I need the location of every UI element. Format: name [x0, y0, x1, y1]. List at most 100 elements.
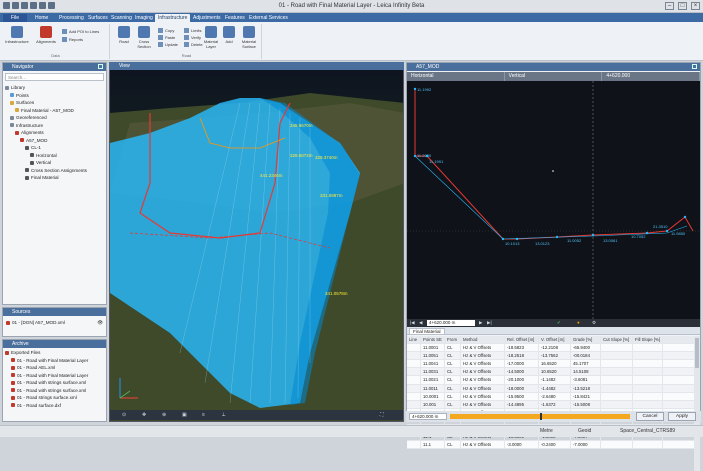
station-marker[interactable]	[540, 413, 542, 420]
table-cell[interactable]: CL	[445, 392, 461, 400]
table-row[interactable]: 11.0011 CL Hz & V Offsets -18.0000 -1.4482 -1…	[407, 384, 694, 393]
tree-item[interactable]: Final Material	[5, 174, 104, 182]
tree-item[interactable]: Points	[5, 92, 104, 100]
archive-item[interactable]: 01 - Road with Final Material Layer	[5, 372, 104, 380]
table-cell[interactable]: CL	[445, 400, 461, 408]
table-cell[interactable]: Hz & V Offsets	[461, 441, 505, 449]
orbit-icon[interactable]: ⊙	[122, 412, 126, 418]
table-cell[interactable]: Hz & V Offsets	[461, 368, 505, 376]
archive-item[interactable]: 01 - Road with Final Material Layer	[5, 357, 104, 365]
view-cube-icon[interactable]: ▣	[182, 412, 187, 418]
tab-file[interactable]: File	[3, 14, 27, 22]
tree-item[interactable]: Final Material - A57_MOD	[5, 107, 104, 115]
scroll-thumb[interactable]	[695, 338, 699, 368]
tab-final-material[interactable]: Final Material	[409, 328, 445, 335]
table-row[interactable]: 10.001 CL Hz & V Offsets -14.4895 -1.6372 -15…	[407, 400, 694, 409]
archive-item[interactable]: 01 - Road surface.dxf	[5, 402, 104, 410]
tree-item[interactable]: CL-1	[5, 144, 104, 152]
tab-processing[interactable]: Processing	[56, 14, 87, 22]
alignments-button[interactable]: Alignments	[34, 26, 58, 44]
tree-item[interactable]: A57_MOD	[5, 137, 104, 145]
table-cell[interactable]: Hz & V Offsets	[461, 360, 505, 368]
close-icon[interactable]: ×	[691, 2, 700, 10]
archive-item[interactable]: 01 - Road with strings surface.xml	[5, 387, 104, 395]
update-button[interactable]: Update	[158, 42, 178, 48]
column-header[interactable]: V. Offset [m]	[539, 336, 571, 344]
infrastructure-button[interactable]: Infrastructure	[4, 26, 30, 44]
tree-item[interactable]: Georeferenced	[5, 114, 104, 122]
tree-item[interactable]: Alignments	[5, 129, 104, 137]
tree-item[interactable]: Surfaces	[5, 99, 104, 107]
table-row[interactable]: 10.0001 CL Hz & V Offsets -15.9500 -2.6480 -1…	[407, 392, 694, 401]
archive-item[interactable]: 01 - Road strings surface.xml	[5, 394, 104, 402]
measure-icon[interactable]: ⟂	[222, 412, 225, 418]
apply-button[interactable]: Apply	[668, 412, 696, 421]
table-row[interactable]: 11.0021 CL Hz & V Offsets -20.1000 -1.1482 -3…	[407, 376, 694, 385]
next-station-icon[interactable]: ▶	[479, 319, 482, 327]
minimize-icon[interactable]: –	[665, 2, 674, 10]
limits-button[interactable]: Limits	[184, 28, 201, 34]
tab-adjustments[interactable]: Adjustments	[190, 14, 224, 22]
tree-item[interactable]: Horizontal	[5, 152, 104, 160]
first-station-icon[interactable]: |◀	[410, 319, 415, 327]
3d-viewport[interactable]: 345.9670m 328.6872m 329.3740m 331.5987m …	[109, 62, 404, 422]
column-header[interactable]: Cut Slope [%]	[601, 336, 633, 344]
station-input[interactable]: 4+620.000 m	[427, 320, 475, 326]
road-button[interactable]: Road	[114, 26, 134, 44]
copy-button[interactable]: Copy	[158, 28, 174, 34]
tab-station[interactable]: 4+620.000	[602, 72, 701, 81]
bottom-station-input[interactable]: 4+620.000 m	[409, 413, 447, 420]
table-row[interactable]: 11.0031 CL Hz & V Offsets -14.5000 10.6520 14…	[407, 368, 694, 377]
table-cell[interactable]: Hz & V Offsets	[461, 400, 505, 408]
table-cell[interactable]: CL	[445, 376, 461, 384]
prev-station-icon[interactable]: ◀	[419, 319, 422, 327]
material-surface-button[interactable]: Material Surface	[238, 26, 260, 49]
settings-icon[interactable]: ⚙	[592, 319, 596, 327]
tree-item[interactable]: Library	[5, 84, 104, 92]
tab-vertical[interactable]: Vertical	[505, 72, 603, 81]
3d-scene[interactable]	[110, 63, 404, 422]
source-item[interactable]: 01 - [DGN] A57_MOD.xml 👁	[6, 319, 103, 327]
layers-icon[interactable]: ≡	[202, 412, 205, 418]
units-dropdown[interactable]: Metre	[540, 428, 553, 434]
table-scrollbar[interactable]	[694, 336, 700, 471]
table-cell[interactable]: CL	[445, 368, 461, 376]
table-cell[interactable]: CL	[445, 352, 461, 360]
cross-section-view[interactable]: 11.1992 11.2030 11.1991 10.1013 13.0123 …	[407, 81, 700, 319]
column-header[interactable]: Points SE	[421, 336, 445, 344]
warning-icon[interactable]: ●	[577, 319, 580, 327]
reports-button[interactable]: Reports	[62, 37, 83, 43]
table-row[interactable]: 11.0001 CL Hz & V Offsets -18.5823 -12.2108-…	[407, 344, 694, 353]
tab-infrastructure[interactable]: Infrastructure	[155, 14, 191, 22]
table-row[interactable]: 11.0041 CL Hz & V Offsets -17.0000 16.6520 45…	[407, 360, 694, 369]
tab-features[interactable]: Features	[222, 14, 248, 22]
column-header[interactable]: Grade [%]	[571, 336, 601, 344]
pan-icon[interactable]: ✥	[142, 412, 146, 418]
table-cell[interactable]: CL	[445, 384, 461, 392]
geoid-dropdown[interactable]: Geoid	[578, 428, 591, 434]
add-poi-button[interactable]: Add POI to Lines	[62, 29, 99, 35]
navigator-search-input[interactable]: Search...	[5, 73, 104, 81]
archive-item[interactable]: Exported Files	[5, 349, 104, 357]
last-station-icon[interactable]: ▶|	[487, 319, 492, 327]
tab-surfaces[interactable]: Surfaces	[85, 14, 111, 22]
zoom-icon[interactable]: ⊕	[162, 412, 166, 418]
cancel-button[interactable]: Cancel	[636, 412, 664, 421]
table-row[interactable]: 11.0051 CL Hz & V Offsets -18.2518 -13.7562-…	[407, 352, 694, 361]
table-cell[interactable]: Hz & V Offsets	[461, 392, 505, 400]
tab-external-services[interactable]: External Services	[246, 14, 291, 22]
delete-button[interactable]: Delete	[184, 42, 203, 48]
cross-section-button[interactable]: Cross Section	[134, 26, 154, 49]
column-header[interactable]: Rel. Offset [m]	[505, 336, 539, 344]
fullscreen-icon[interactable]: ⛶	[380, 412, 384, 418]
pin-icon[interactable]	[98, 64, 103, 69]
column-header[interactable]: Fill Slope [%]	[633, 336, 663, 344]
tab-home[interactable]: Home	[32, 14, 51, 22]
column-header[interactable]: Line	[407, 336, 421, 344]
verify-button[interactable]: Verify	[184, 35, 201, 41]
table-cell[interactable]: CL	[445, 441, 461, 449]
tab-imaging[interactable]: Imaging	[132, 14, 156, 22]
add-button[interactable]: Add	[222, 26, 236, 44]
pin-icon[interactable]	[692, 64, 697, 69]
archive-item[interactable]: 01 - Road AEL.xml	[5, 364, 104, 372]
